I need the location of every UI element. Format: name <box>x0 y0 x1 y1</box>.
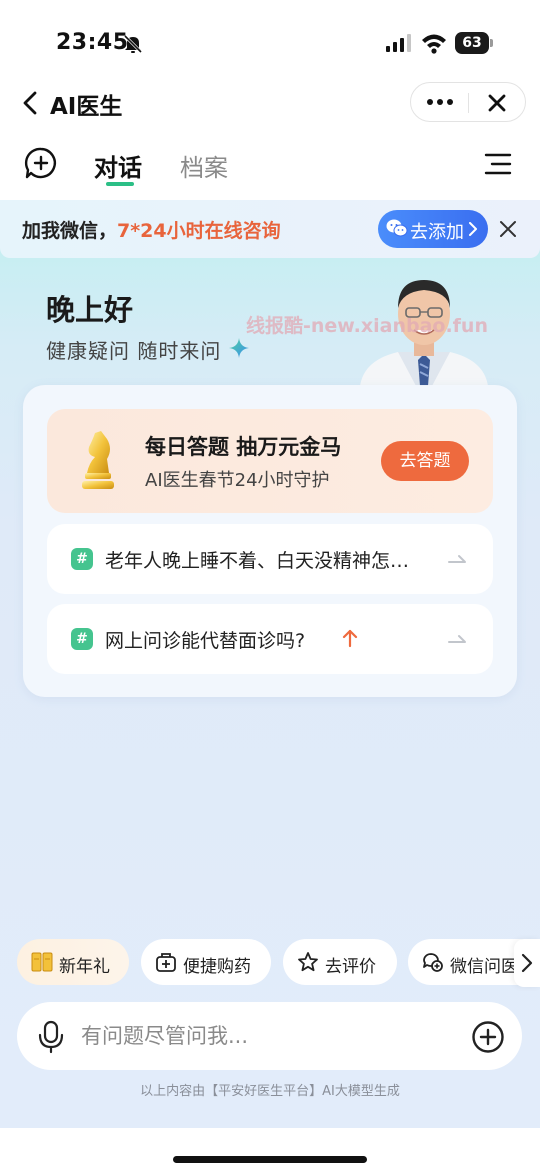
banner-text-highlight: 7*24小时在线咨询 <box>117 220 281 242</box>
more-dots-icon[interactable] <box>425 91 455 113</box>
active-tab-indicator <box>106 182 134 186</box>
suggested-question[interactable]: # 老年人晚上睡不着、白天没精神怎… <box>47 524 493 594</box>
close-icon[interactable] <box>485 91 509 115</box>
banner-text: 加我微信，7*24小时在线咨询 <box>22 216 281 243</box>
mini-program-capsule <box>410 82 526 122</box>
capsule-divider <box>468 93 469 113</box>
close-icon[interactable] <box>498 219 518 239</box>
plus-circle-icon[interactable] <box>471 1020 505 1054</box>
status-time: 23:45 <box>56 30 129 55</box>
microphone-icon[interactable] <box>37 1020 65 1054</box>
chip-label: 便捷购药 <box>183 957 251 977</box>
quick-action-chips: 新年礼 便捷购药 去评价 微信问医 <box>0 939 540 987</box>
quiz-subtitle: AI医生春节24小时守护 <box>145 470 330 491</box>
add-wechat-label: 去添加 <box>410 222 464 243</box>
question-text: 网上问诊能代替面诊吗? <box>105 630 306 652</box>
tab-records[interactable]: 档案 <box>180 148 228 183</box>
sparkle-icon <box>229 338 249 358</box>
tab-chat[interactable]: 对话 <box>94 148 142 183</box>
home-indicator[interactable] <box>173 1156 367 1163</box>
watermark-text: 线报酷-new.xianbao.fun <box>246 315 488 337</box>
battery-level: 63 <box>455 32 489 54</box>
chips-scroll-button[interactable] <box>514 939 540 987</box>
medicine-bag-icon <box>156 953 176 972</box>
banner-text-prefix: 加我微信， <box>22 220 118 242</box>
chevron-right-icon <box>521 953 533 973</box>
signal-icon <box>386 34 411 52</box>
status-bar: 23:45 63 <box>0 0 540 82</box>
wechat-consult-icon <box>423 953 443 972</box>
greeting-title: 晚上好 <box>46 293 134 327</box>
chevron-right-icon <box>469 222 477 236</box>
suggested-question[interactable]: # 网上问诊能代替面诊吗? <box>47 604 493 674</box>
back-arrow-icon[interactable] <box>16 88 46 118</box>
home-indicator-area <box>0 1128 540 1174</box>
hashtag-icon: # <box>71 628 93 650</box>
trending-up-icon <box>342 629 358 648</box>
chat-input-bar <box>17 1002 522 1070</box>
chip-buy-medicine[interactable]: 便捷购药 <box>141 939 271 985</box>
golden-horse-trophy-icon <box>82 431 114 489</box>
gold-bar-icon <box>31 952 53 972</box>
daily-quiz-card[interactable]: 每日答题 抽万元金马 AI医生春节24小时守护 去答题 <box>47 409 493 513</box>
battery-tip <box>490 39 493 47</box>
tab-bar: 对话 档案 <box>0 140 540 200</box>
wechat-icon <box>386 219 408 237</box>
wifi-icon <box>422 34 446 54</box>
greeting-subtitle: 健康疑问 随时来问 <box>46 339 222 363</box>
battery-indicator: 63 <box>455 32 493 54</box>
ai-disclaimer: 以上内容由【平安好医生平台】AI大模型生成 <box>140 1084 400 1099</box>
send-arrow-icon <box>448 555 466 563</box>
chip-label: 新年礼 <box>59 957 110 977</box>
suggestion-card: 每日答题 抽万元金马 AI医生春节24小时守护 去答题 # 老年人晚上睡不着、白… <box>23 385 517 697</box>
star-icon <box>298 952 318 972</box>
start-quiz-button[interactable]: 去答题 <box>381 441 469 481</box>
add-wechat-button[interactable]: 去添加 <box>378 210 488 248</box>
chip-rate[interactable]: 去评价 <box>283 939 397 985</box>
menu-icon[interactable] <box>484 152 512 176</box>
chip-label: 微信问医 <box>450 957 518 977</box>
chip-label: 去评价 <box>325 957 376 977</box>
bell-mute-icon <box>123 34 143 54</box>
chip-new-year-gift[interactable]: 新年礼 <box>17 939 129 985</box>
page-title: AI医生 <box>50 94 123 120</box>
new-chat-icon[interactable] <box>24 146 58 180</box>
wechat-banner: 加我微信，7*24小时在线咨询 去添加 <box>0 200 540 258</box>
chat-input[interactable] <box>81 1016 461 1056</box>
quiz-title: 每日答题 抽万元金马 <box>145 435 342 459</box>
navigation-bar: AI医生 <box>0 82 540 140</box>
hashtag-icon: # <box>71 548 93 570</box>
question-text: 老年人晚上睡不着、白天没精神怎… <box>105 550 410 572</box>
send-arrow-icon <box>448 635 466 643</box>
